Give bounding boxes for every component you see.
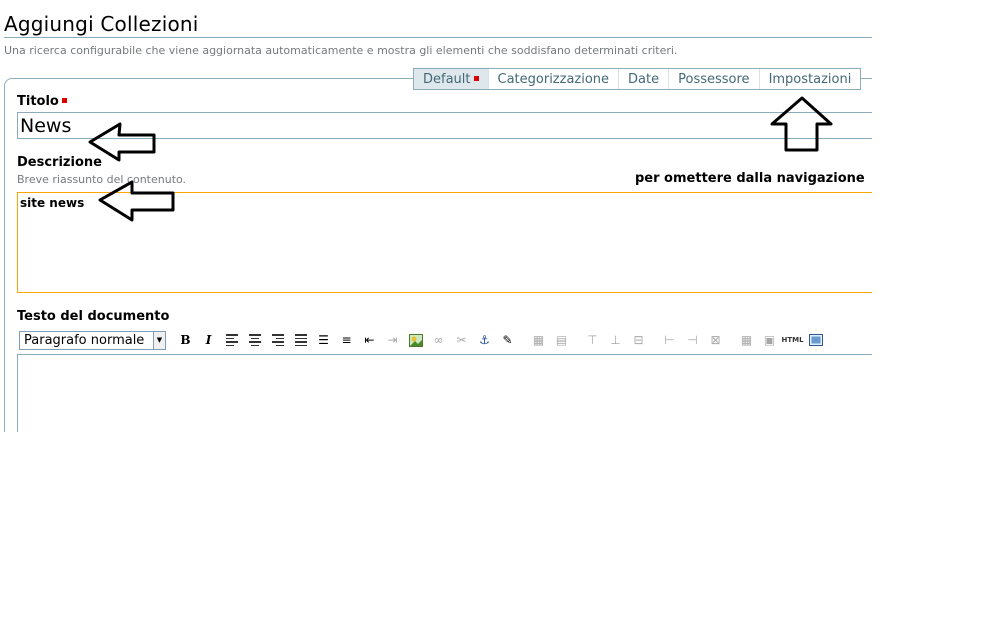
- table-props-icon[interactable]: ▦: [735, 330, 758, 350]
- table-icon[interactable]: ▦: [527, 330, 550, 350]
- bold-icon[interactable]: B: [174, 330, 197, 350]
- required-marker: [61, 98, 67, 103]
- form-viewport: Aggiungi Collezioni Una ricerca configur…: [0, 0, 872, 432]
- bullet-list-icon[interactable]: ☰: [312, 330, 335, 350]
- justify-icon[interactable]: [289, 330, 312, 350]
- html-source-icon[interactable]: HTML: [781, 330, 804, 350]
- insert-col-before-icon[interactable]: ⊢: [658, 330, 681, 350]
- image-icon[interactable]: [404, 330, 427, 350]
- numbered-list-icon[interactable]: ≡: [335, 330, 358, 350]
- insert-col-after-icon[interactable]: ⊣: [681, 330, 704, 350]
- delete-col-icon[interactable]: ⊠: [704, 330, 727, 350]
- up-arrow-icon: [770, 96, 833, 152]
- tab-possessore[interactable]: Possessore: [669, 69, 760, 89]
- left-arrow-icon: [88, 122, 156, 162]
- title-divider: [4, 37, 872, 38]
- anchor-icon[interactable]: ⚓: [473, 330, 496, 350]
- edit-icon[interactable]: ✎: [496, 330, 519, 350]
- left-arrow-icon: [98, 180, 175, 222]
- cell-props-icon[interactable]: ▣: [758, 330, 781, 350]
- link-icon[interactable]: ∞: [427, 330, 450, 350]
- align-right-icon[interactable]: [266, 330, 289, 350]
- page-title: Aggiungi Collezioni: [4, 12, 199, 36]
- italic-icon[interactable]: I: [197, 330, 220, 350]
- insert-row-before-icon[interactable]: ⊤: [581, 330, 604, 350]
- tab-date[interactable]: Date: [619, 69, 670, 89]
- tab-impostazioni[interactable]: Impostazioni: [760, 69, 861, 89]
- insert-row-after-icon[interactable]: ⊥: [604, 330, 627, 350]
- body-text-label: Testo del documento: [17, 309, 170, 324]
- unlink-icon[interactable]: ✂: [450, 330, 473, 350]
- indent-icon[interactable]: ⇥: [381, 330, 404, 350]
- delete-row-icon[interactable]: ⊟: [627, 330, 650, 350]
- tab-categorizzazione[interactable]: Categorizzazione: [489, 69, 620, 89]
- align-left-icon[interactable]: [220, 330, 243, 350]
- table-merge-icon[interactable]: ▤: [550, 330, 573, 350]
- outdent-icon[interactable]: ⇤: [358, 330, 381, 350]
- tab-default[interactable]: Default: [414, 69, 489, 89]
- required-marker: [473, 76, 479, 81]
- align-center-icon[interactable]: [243, 330, 266, 350]
- chevron-down-icon: ▼: [153, 331, 165, 349]
- format-select[interactable]: Paragrafo normale ▼: [19, 330, 166, 350]
- body-text-editor[interactable]: [17, 354, 872, 432]
- fullscreen-icon[interactable]: [804, 330, 827, 350]
- annotation-text: per omettere dalla navigazione: [635, 171, 865, 186]
- tab-bar: Default Categorizzazione Date Possessore…: [413, 68, 862, 90]
- page-description: Una ricerca configurabile che viene aggi…: [4, 44, 678, 57]
- editor-toolbar: Paragrafo normale ▼ B I ☰ ≡ ⇤ ⇥ ∞ ✂ ⚓ ✎ ▦…: [19, 330, 827, 350]
- title-label: Titolo: [17, 94, 67, 109]
